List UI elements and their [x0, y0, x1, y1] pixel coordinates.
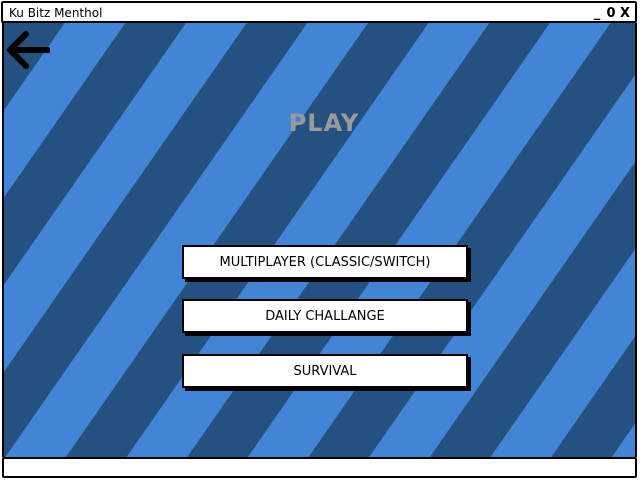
- arrow-left-icon[interactable]: [6, 30, 50, 70]
- app-window: Ku Bitz Menthol _ 0 X PLAY MULTIPLAYER (…: [0, 0, 640, 480]
- title-bar: Ku Bitz Menthol _ 0 X: [1, 1, 637, 23]
- window-title: Ku Bitz Menthol: [9, 6, 103, 20]
- status-bar: [2, 457, 637, 478]
- page-title: PLAY: [288, 109, 360, 137]
- close-button[interactable]: X: [619, 5, 631, 21]
- daily-challenge-button[interactable]: DAILY CHALLANGE: [182, 299, 468, 333]
- multiplayer-button[interactable]: MULTIPLAYER (CLASSIC/SWITCH): [182, 245, 468, 279]
- striped-background: [4, 23, 635, 457]
- minimize-button[interactable]: _: [591, 5, 603, 21]
- window-controls: _ 0 X: [591, 4, 631, 22]
- survival-button[interactable]: SURVIVAL: [182, 354, 468, 388]
- maximize-button[interactable]: 0: [605, 5, 617, 21]
- game-screen: PLAY MULTIPLAYER (CLASSIC/SWITCH) DAILY …: [2, 23, 637, 457]
